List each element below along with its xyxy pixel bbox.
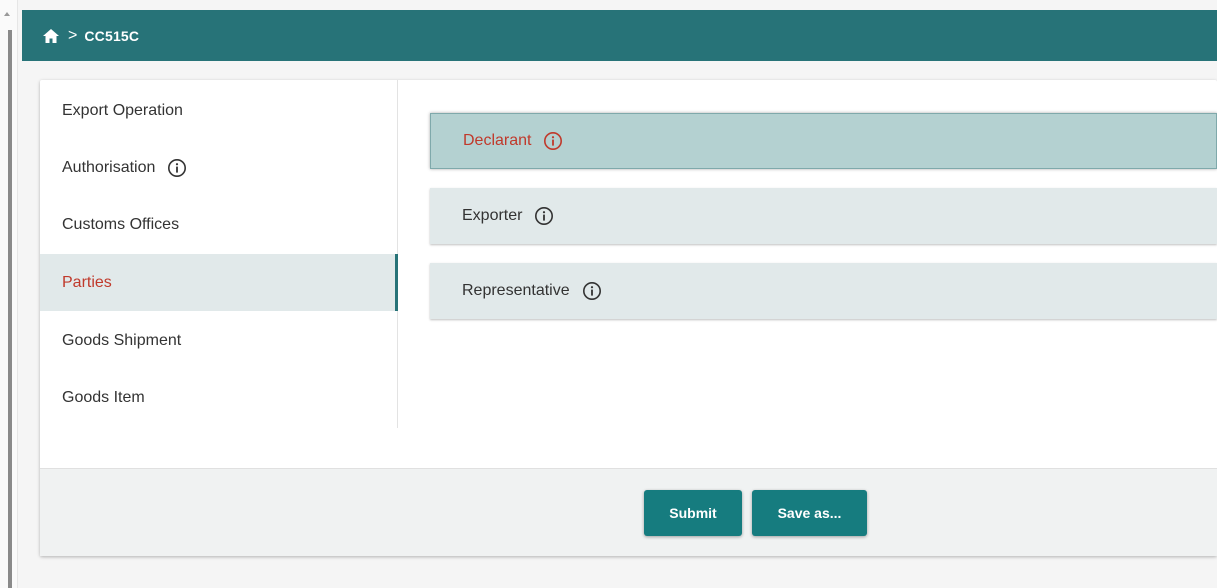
breadcrumb-separator: > <box>68 26 78 44</box>
form-footer: Submit Save as... <box>40 468 1217 556</box>
sidebar-item-label: Export Operation <box>62 101 183 119</box>
section-sidebar: Export Operation Authorisation Customs O… <box>40 80 398 428</box>
sidebar-item-label: Goods Item <box>62 388 145 406</box>
sidebar-item-export-operation[interactable]: Export Operation <box>40 82 398 139</box>
panel-label: Declarant <box>463 132 532 149</box>
panel-exporter[interactable]: Exporter <box>430 188 1217 244</box>
info-icon <box>167 158 187 178</box>
sidebar-item-authorisation[interactable]: Authorisation <box>40 139 398 196</box>
top-bar: > CC515C <box>22 10 1217 61</box>
sidebar-item-label: Authorisation <box>62 158 156 176</box>
panel-declarant[interactable]: Declarant <box>430 113 1217 169</box>
info-icon <box>582 281 602 301</box>
form-card: Export Operation Authorisation Customs O… <box>40 80 1217 556</box>
sidebar-item-goods-shipment[interactable]: Goods Shipment <box>40 312 398 369</box>
sidebar-item-label: Customs Offices <box>62 215 180 233</box>
sidebar-item-label: Goods Shipment <box>62 331 182 349</box>
scrollbar[interactable] <box>8 30 12 588</box>
panel-label: Representative <box>462 282 570 299</box>
submit-button[interactable]: Submit <box>644 490 742 536</box>
window-edge <box>0 0 18 588</box>
panel-representative[interactable]: Representative <box>430 263 1217 319</box>
info-icon <box>543 131 563 151</box>
sidebar-item-goods-item[interactable]: Goods Item <box>40 369 398 426</box>
info-icon <box>534 206 554 226</box>
sidebar-item-customs-offices[interactable]: Customs Offices <box>40 196 398 253</box>
panel-label: Exporter <box>462 207 523 224</box>
home-icon[interactable] <box>42 28 60 44</box>
sidebar-item-label: Parties <box>62 273 112 291</box>
sidebar-item-parties[interactable]: Parties <box>40 254 398 311</box>
scroll-up-icon[interactable] <box>4 12 10 16</box>
breadcrumb-current: CC515C <box>84 27 140 44</box>
save-as-button[interactable]: Save as... <box>752 490 867 536</box>
